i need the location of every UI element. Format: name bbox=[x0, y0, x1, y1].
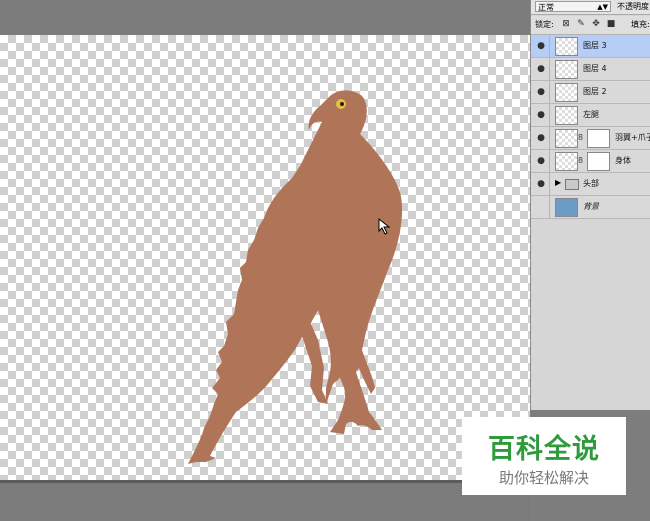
divider bbox=[549, 127, 550, 149]
layer-thumbnail bbox=[555, 106, 578, 125]
eye-icon[interactable]: ● bbox=[535, 40, 547, 52]
layer-group-row[interactable]: ● ▶ 头部 bbox=[531, 173, 650, 196]
canvas-shadow bbox=[0, 480, 530, 483]
document-canvas[interactable] bbox=[0, 35, 530, 480]
hawk-silhouette bbox=[188, 90, 403, 464]
eye-icon[interactable]: ● bbox=[535, 201, 547, 213]
eye-icon[interactable]: ● bbox=[535, 155, 547, 167]
hawk-pupil bbox=[340, 102, 344, 106]
divider bbox=[549, 173, 550, 195]
layer-thumbnail bbox=[555, 37, 578, 56]
layer-thumbnail bbox=[555, 60, 578, 79]
layer-thumbnail bbox=[555, 83, 578, 102]
layer-name: 身体 bbox=[615, 156, 631, 165]
layer-name: 头部 bbox=[583, 179, 599, 188]
opacity-label: 不透明度 bbox=[617, 2, 649, 11]
blend-mode-select[interactable]: 正常 ▲▼ bbox=[535, 1, 611, 12]
divider bbox=[549, 35, 550, 57]
layer-row[interactable]: ● 8 羽翼+爪子 bbox=[531, 127, 650, 150]
layer-mask-thumbnail bbox=[587, 129, 610, 148]
layer-name: 图层 2 bbox=[583, 87, 607, 96]
layer-row[interactable]: ● 图层 3 bbox=[531, 35, 650, 58]
lock-label: 锁定: bbox=[535, 20, 554, 29]
cursor-icon bbox=[378, 217, 391, 235]
eye-icon[interactable]: ● bbox=[535, 132, 547, 144]
eye-icon[interactable]: ● bbox=[535, 109, 547, 121]
lock-transparent-icon[interactable]: ⊠ bbox=[561, 19, 571, 29]
layer-row[interactable]: ● 图层 4 bbox=[531, 58, 650, 81]
divider bbox=[549, 81, 550, 103]
layers-panel-header: 正常 ▲▼ 不透明度 bbox=[531, 0, 650, 15]
lock-all-icon[interactable]: ■ bbox=[606, 19, 616, 29]
divider bbox=[549, 150, 550, 172]
layer-name: 图层 4 bbox=[583, 64, 607, 73]
divider bbox=[549, 196, 550, 218]
layer-thumbnail bbox=[555, 152, 578, 171]
layers-panel: 正常 ▲▼ 不透明度 锁定: ⊠ ✎ ✥ ■ 填充: ● 图层 3 ● 图层 4… bbox=[530, 0, 650, 410]
link-icon[interactable]: 8 bbox=[578, 156, 583, 165]
watermark-subtitle: 助你轻松解决 bbox=[498, 469, 589, 487]
layer-row[interactable]: ● 背景 bbox=[531, 196, 650, 219]
eye-icon[interactable]: ● bbox=[535, 63, 547, 75]
lock-brush-icon[interactable]: ✎ bbox=[576, 19, 586, 29]
layer-row[interactable]: ● 8 身体 bbox=[531, 150, 650, 173]
chevron-right-icon[interactable]: ▶ bbox=[555, 178, 561, 187]
hawk-body bbox=[188, 90, 403, 464]
eye-icon[interactable]: ● bbox=[535, 86, 547, 98]
eye-icon[interactable]: ● bbox=[535, 178, 547, 190]
layer-name: 左腿 bbox=[583, 110, 599, 119]
layer-mask-thumbnail bbox=[587, 152, 610, 171]
lock-move-icon[interactable]: ✥ bbox=[591, 19, 601, 29]
watermark-title: 百科全说 bbox=[488, 434, 600, 465]
lock-row: 锁定: ⊠ ✎ ✥ ■ 填充: bbox=[531, 16, 650, 35]
layer-name: 羽翼+爪子 bbox=[615, 133, 650, 142]
divider bbox=[549, 58, 550, 80]
watermark-logo: 百科全说 助你轻松解决 bbox=[462, 417, 626, 495]
layer-row[interactable]: ● 图层 2 bbox=[531, 81, 650, 104]
link-icon[interactable]: 8 bbox=[578, 133, 583, 142]
fill-label: 填充: bbox=[631, 20, 650, 29]
layer-name: 背景 bbox=[583, 202, 599, 211]
layer-list: ● 图层 3 ● 图层 4 ● 图层 2 ● 左腿 ● 8 羽翼+爪子 ● 8 … bbox=[531, 35, 650, 219]
layer-name: 图层 3 bbox=[583, 41, 607, 50]
chevron-down-icon: ▲▼ bbox=[597, 3, 608, 11]
layer-thumbnail bbox=[555, 198, 578, 217]
divider bbox=[549, 104, 550, 126]
folder-icon bbox=[565, 179, 579, 190]
blend-mode-value: 正常 bbox=[538, 3, 554, 12]
layer-row[interactable]: ● 左腿 bbox=[531, 104, 650, 127]
layer-thumbnail bbox=[555, 129, 578, 148]
